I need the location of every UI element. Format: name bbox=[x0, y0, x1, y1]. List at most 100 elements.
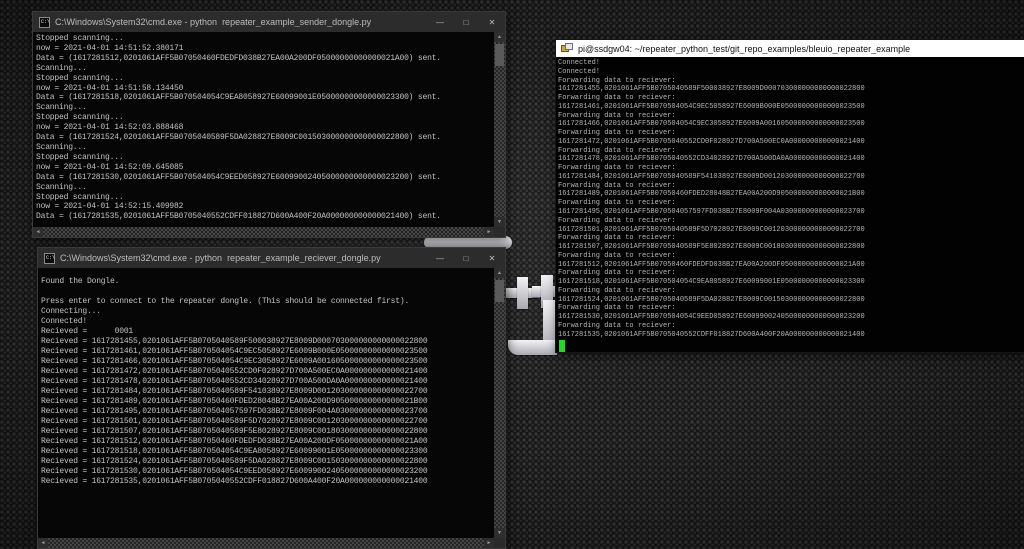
terminal-line bbox=[41, 287, 494, 297]
terminal-line: 1617281530,0201061AFF5B070504054C9EED058… bbox=[558, 313, 1024, 322]
scroll-down-icon[interactable]: ▼ bbox=[494, 528, 505, 538]
terminal-line: Recieved = 1617281507,0201061AFF5B070504… bbox=[41, 427, 494, 437]
terminal-line: Recieved = 1617281472,0201061AFF5B070504… bbox=[41, 367, 494, 377]
terminal-line: now = 2021-04-01 14:52:09.645085 bbox=[36, 163, 494, 173]
receiver-terminal-output: Found the Dongle. Press enter to connect … bbox=[38, 268, 494, 538]
terminal-line: Forwarding data to reciever: bbox=[558, 129, 1024, 138]
terminal-line: Recieved = 1617281461,0201061AFF5B070504… bbox=[41, 347, 494, 357]
terminal-line: Scanning... bbox=[36, 64, 494, 74]
terminal-line: 1617281524,0201061AFF5B0705040589F5DA028… bbox=[558, 296, 1024, 305]
terminal-line: Forwarding data to reciever: bbox=[558, 112, 1024, 121]
horizontal-scrollbar[interactable]: ◄ ► bbox=[38, 538, 494, 548]
receiver-titlebar[interactable]: C:\ C:\Windows\System32\cmd.exe - python… bbox=[38, 248, 505, 268]
terminal-line: 1617281512,0201061AFF5B07050460FDEDFD038… bbox=[558, 261, 1024, 270]
sender-titlebar[interactable]: C:\ C:\Windows\System32\cmd.exe - python… bbox=[33, 12, 505, 32]
terminal-line: 1617281455,0201061AFF5B0705040589F500038… bbox=[558, 85, 1024, 94]
terminal-line: Connecting... bbox=[41, 307, 494, 317]
terminal-line: Forwarding data to reciever: bbox=[558, 269, 1024, 278]
terminal-line: now = 2021-04-01 14:51:52.380171 bbox=[36, 44, 494, 54]
sender-window-title: C:\Windows\System32\cmd.exe - python rep… bbox=[55, 17, 422, 27]
terminal-line: Recieved = 1617281501,0201061AFF5B070504… bbox=[41, 417, 494, 427]
terminal-line: Forwarding data to reciever: bbox=[558, 217, 1024, 226]
putty-window-title: pi@ssdgw04: ~/repeater_python_test/git_r… bbox=[578, 44, 910, 54]
scroll-left-icon[interactable]: ◄ bbox=[38, 538, 48, 548]
terminal-line: Data = (1617281535,0201061AFF5B070504055… bbox=[36, 212, 494, 222]
cmd-icon[interactable]: C:\ bbox=[44, 253, 55, 264]
terminal-line: Forwarding data to reciever: bbox=[558, 147, 1024, 156]
terminal-line: Found the Dongle. bbox=[41, 277, 494, 287]
maximize-button[interactable]: □ bbox=[453, 248, 479, 268]
terminal-line: 1617281478,0201061AFF5B0705040552CD34028… bbox=[558, 155, 1024, 164]
sender-terminal-output: Stopped scanning...now = 2021-04-01 14:5… bbox=[33, 32, 494, 227]
terminal-line: Data = (1617281530,0201061AFF5B070504054… bbox=[36, 173, 494, 183]
terminal-line: Recieved = 1617281512,0201061AFF5B070504… bbox=[41, 437, 494, 447]
terminal-line: Recieved = 1617281489,0201061AFF5B070504… bbox=[41, 397, 494, 407]
vertical-scrollbar[interactable]: ▲ ▼ bbox=[494, 32, 505, 227]
terminal-line: Recieved = 1617281524,0201061AFF5B070504… bbox=[41, 457, 494, 467]
terminal-line: Forwarding data to reciever: bbox=[558, 252, 1024, 261]
terminal-line: Recieved = 1617281495,0201061AFF5B070504… bbox=[41, 407, 494, 417]
terminal-line: Connected! bbox=[558, 68, 1024, 77]
terminal-line: 1617281501,0201061AFF5B0705040589F5D7028… bbox=[558, 226, 1024, 235]
terminal-line: 1617281466,0201061AFF5B070504054C9EC3058… bbox=[558, 120, 1024, 129]
close-button[interactable]: ✕ bbox=[479, 12, 505, 32]
terminal-line: Recieved = 1617281518,0201061AFF5B070504… bbox=[41, 447, 494, 457]
scroll-down-icon[interactable]: ▼ bbox=[494, 217, 505, 227]
terminal-line: now = 2021-04-01 14:51:58.134450 bbox=[36, 84, 494, 94]
terminal-line: 1617281535,0201061AFF5B0705040552CDFF018… bbox=[558, 331, 1024, 340]
terminal-line: Forwarding data to reciever: bbox=[558, 77, 1024, 86]
terminal-line: Press enter to connect to the repeater d… bbox=[41, 297, 494, 307]
vertical-scrollbar[interactable]: ▲ ▼ bbox=[494, 268, 505, 538]
scroll-right-icon[interactable]: ► bbox=[484, 227, 494, 237]
terminal-line: Scanning... bbox=[36, 143, 494, 153]
receiver-window-title: C:\Windows\System32\cmd.exe - python rep… bbox=[60, 253, 422, 263]
minimize-button[interactable]: — bbox=[427, 248, 453, 268]
terminal-line: Recieved = 1617281466,0201061AFF5B070504… bbox=[41, 357, 494, 367]
terminal-line: Connected! bbox=[41, 317, 494, 327]
terminal-line: Stopped scanning... bbox=[36, 153, 494, 163]
terminal-line: Data = (1617281524,0201061AFF5B070504058… bbox=[36, 133, 494, 143]
terminal-line: 1617281518,0201061AFF5B070504054C9EA8058… bbox=[558, 278, 1024, 287]
terminal-line: Forwarding data to reciever: bbox=[558, 94, 1024, 103]
terminal-line: 1617281472,0201061AFF5B0705040552CD0F028… bbox=[558, 138, 1024, 147]
desktop: C:\ C:\Windows\System32\cmd.exe - python… bbox=[0, 0, 1024, 549]
terminal-line: 1617281507,0201061AFF5B0705040589F5E8028… bbox=[558, 243, 1024, 252]
scrollbar-thumb[interactable] bbox=[495, 280, 504, 302]
terminal-line: 1617281495,0201061AFF5B070504057597FD038… bbox=[558, 208, 1024, 217]
terminal-line: Recieved = 1617281484,0201061AFF5B070504… bbox=[41, 387, 494, 397]
putty-titlebar[interactable]: pi@ssdgw04: ~/repeater_python_test/git_r… bbox=[556, 40, 1024, 57]
terminal-line: Forwarding data to reciever: bbox=[558, 164, 1024, 173]
terminal-line: 1617281489,0201061AFF5B07050460FDED28048… bbox=[558, 190, 1024, 199]
scrollbar-corner bbox=[494, 227, 505, 237]
sender-terminal-body: Stopped scanning...now = 2021-04-01 14:5… bbox=[33, 32, 505, 237]
terminal-line: now = 2021-04-01 14:52:15.409982 bbox=[36, 202, 494, 212]
terminal-line: Scanning... bbox=[36, 103, 494, 113]
scrollbar-corner bbox=[494, 538, 505, 548]
scroll-right-icon[interactable]: ► bbox=[484, 538, 494, 548]
receiver-terminal-body: Found the Dongle. Press enter to connect … bbox=[38, 268, 505, 548]
receiver-terminal-window: C:\ C:\Windows\System32\cmd.exe - python… bbox=[37, 247, 506, 549]
putty-icon[interactable] bbox=[561, 43, 573, 54]
terminal-line: Forwarding data to reciever: bbox=[558, 182, 1024, 191]
terminal-line: Stopped scanning... bbox=[36, 34, 494, 44]
terminal-line: Forwarding data to reciever: bbox=[558, 322, 1024, 331]
scroll-up-icon[interactable]: ▲ bbox=[494, 268, 505, 278]
scroll-left-icon[interactable]: ◄ bbox=[33, 227, 43, 237]
terminal-line: Forwarding data to reciever: bbox=[558, 234, 1024, 243]
scroll-up-icon[interactable]: ▲ bbox=[494, 32, 505, 42]
terminal-line: Recieved = 1617281535,0201061AFF5B070504… bbox=[41, 477, 494, 487]
terminal-line: Data = (1617281512,0201061AFF5B07050460F… bbox=[36, 54, 494, 64]
terminal-line: Forwarding data to reciever: bbox=[558, 199, 1024, 208]
terminal-line: Recieved = 1617281530,0201061AFF5B070504… bbox=[41, 467, 494, 477]
terminal-line: Recieved = 0001 bbox=[41, 327, 494, 337]
putty-terminal-body: Connected!Connected!Forwarding data to r… bbox=[556, 57, 1024, 352]
horizontal-scrollbar[interactable]: ◄ ► bbox=[33, 227, 494, 237]
maximize-button[interactable]: □ bbox=[453, 12, 479, 32]
terminal-line: Connected! bbox=[558, 59, 1024, 68]
close-button[interactable]: ✕ bbox=[479, 248, 505, 268]
scrollbar-thumb[interactable] bbox=[495, 44, 504, 66]
cmd-icon[interactable]: C:\ bbox=[39, 17, 50, 28]
minimize-button[interactable]: — bbox=[427, 12, 453, 32]
sender-terminal-window: C:\ C:\Windows\System32\cmd.exe - python… bbox=[32, 11, 506, 238]
terminal-line: Stopped scanning... bbox=[36, 113, 494, 123]
